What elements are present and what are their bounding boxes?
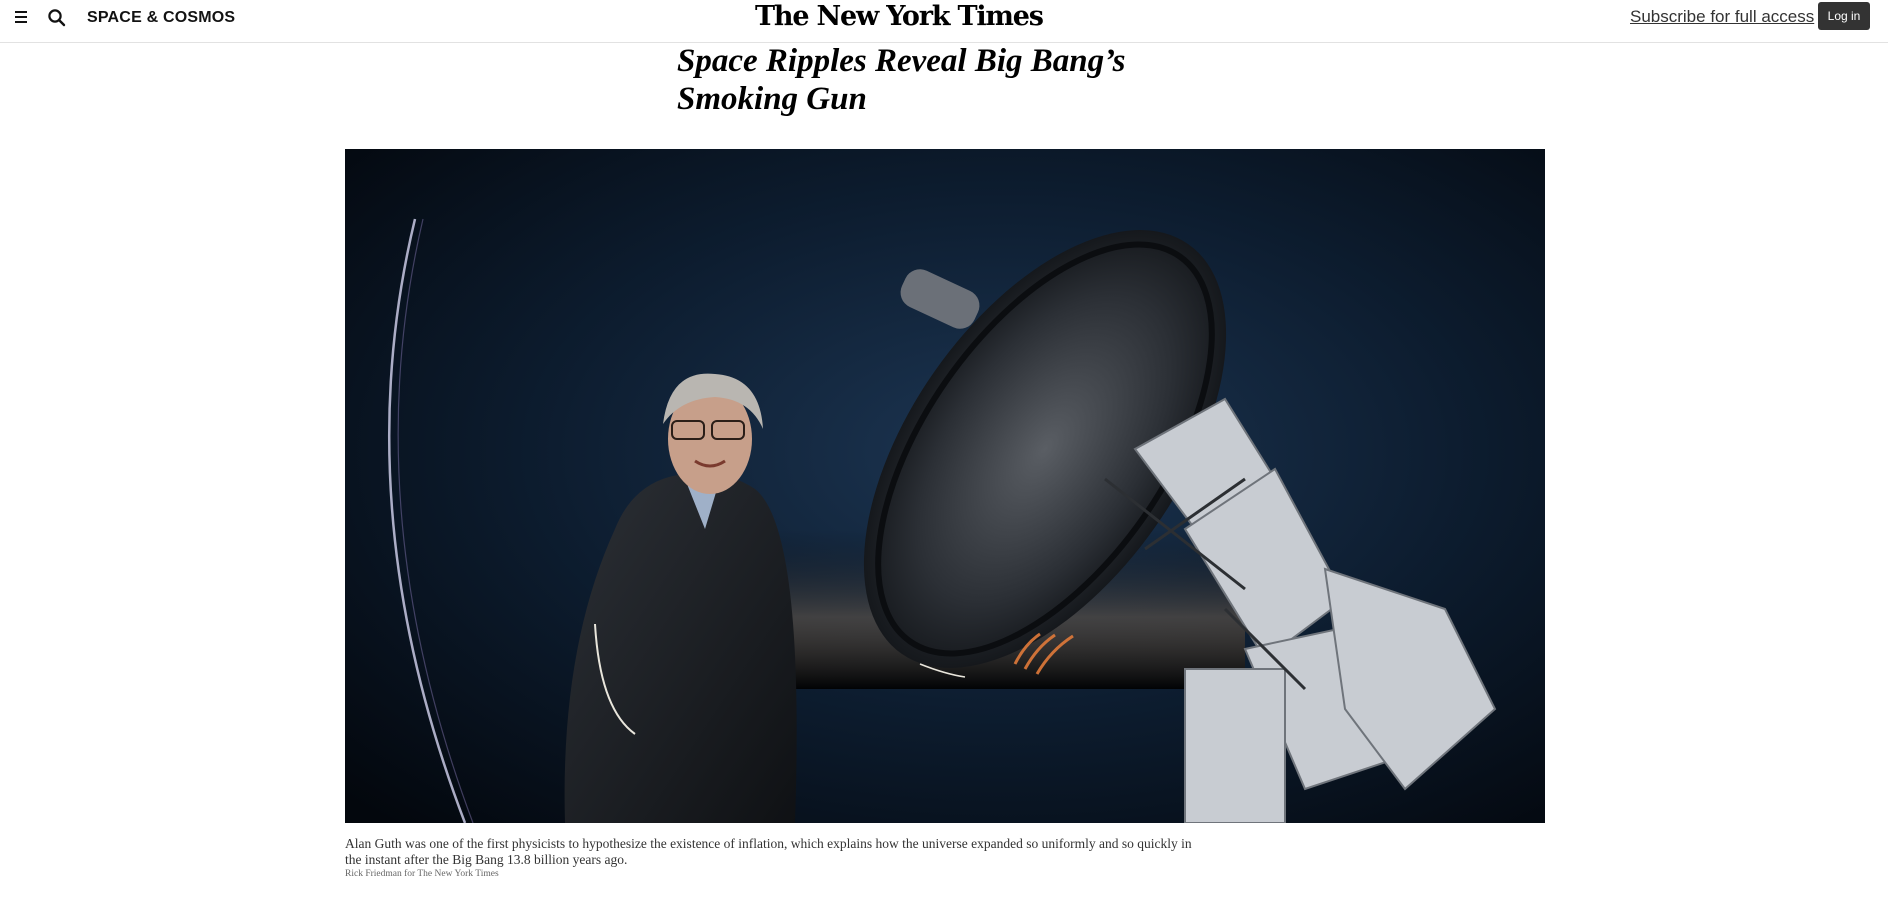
photo-caption: Alan Guth was one of the first physicist…	[345, 836, 1192, 867]
photo-credit: Rick Friedman for The New York Times	[345, 869, 499, 879]
login-button[interactable]: Log in	[1818, 2, 1870, 30]
top-navigation-bar: SPACE & COSMOS The New York Times Subscr…	[0, 0, 1888, 43]
hamburger-menu-icon[interactable]	[14, 8, 30, 26]
search-icon[interactable]	[47, 8, 67, 28]
photo-telescope-scene	[345, 149, 1545, 823]
nyt-logo[interactable]: The New York Times	[755, 0, 1044, 36]
article-photo	[345, 149, 1545, 823]
subscribe-link[interactable]: Subscribe for full access	[1630, 7, 1814, 27]
article-headline: Space Ripples Reveal Big Bang’s Smoking …	[677, 43, 1126, 117]
section-name[interactable]: SPACE & COSMOS	[87, 9, 235, 27]
